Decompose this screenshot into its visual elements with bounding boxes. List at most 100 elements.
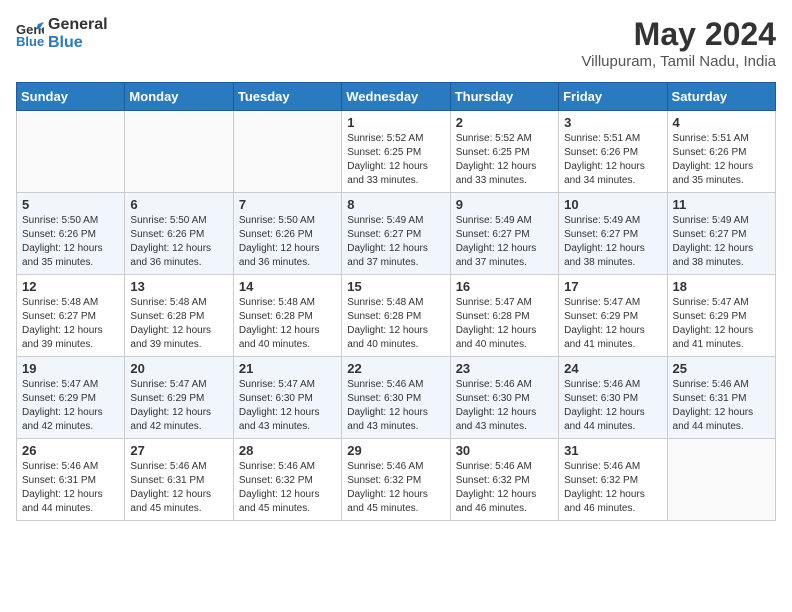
calendar-week-row: 1 Sunrise: 5:52 AM Sunset: 6:25 PM Daylig… — [17, 111, 776, 193]
day-number: 7 — [239, 197, 336, 212]
calendar-day-cell: 23 Sunrise: 5:46 AM Sunset: 6:30 PM Dayli… — [450, 357, 558, 439]
calendar-week-row: 19 Sunrise: 5:47 AM Sunset: 6:29 PM Dayli… — [17, 357, 776, 439]
day-number: 19 — [22, 361, 119, 376]
calendar-day-cell: 16 Sunrise: 5:47 AM Sunset: 6:28 PM Dayli… — [450, 275, 558, 357]
day-number: 9 — [456, 197, 553, 212]
day-number: 8 — [347, 197, 444, 212]
calendar-table: SundayMondayTuesdayWednesdayThursdayFrid… — [16, 82, 776, 521]
day-number: 10 — [564, 197, 661, 212]
day-number: 6 — [130, 197, 227, 212]
calendar-day-cell: 4 Sunrise: 5:51 AM Sunset: 6:26 PM Daylig… — [667, 111, 775, 193]
title-area: May 2024 Villupuram, Tamil Nadu, India — [581, 16, 776, 70]
calendar-header-saturday: Saturday — [667, 83, 775, 111]
day-number: 31 — [564, 443, 661, 458]
day-number: 22 — [347, 361, 444, 376]
day-info: Sunrise: 5:46 AM Sunset: 6:30 PM Dayligh… — [564, 378, 661, 434]
day-number: 4 — [673, 115, 770, 130]
calendar-day-cell: 30 Sunrise: 5:46 AM Sunset: 6:32 PM Dayli… — [450, 439, 558, 521]
calendar-day-cell: 13Sunrise: 5:48 AM Sunset: 6:28 PM Dayli… — [125, 275, 233, 357]
day-number: 15 — [347, 279, 444, 294]
day-info: Sunrise: 5:46 AM Sunset: 6:31 PM Dayligh… — [130, 460, 227, 516]
calendar-day-cell: 25Sunrise: 5:46 AM Sunset: 6:31 PM Dayli… — [667, 357, 775, 439]
calendar-header-row: SundayMondayTuesdayWednesdayThursdayFrid… — [17, 83, 776, 111]
calendar-header-friday: Friday — [559, 83, 667, 111]
day-number: 13 — [130, 279, 227, 294]
calendar-day-cell: 5 Sunrise: 5:50 AM Sunset: 6:26 PM Daylig… — [17, 193, 125, 275]
day-info: Sunrise: 5:47 AM Sunset: 6:29 PM Dayligh… — [564, 296, 661, 352]
calendar-day-cell: 12Sunrise: 5:48 AM Sunset: 6:27 PM Dayli… — [17, 275, 125, 357]
day-number: 26 — [22, 443, 119, 458]
day-info: Sunrise: 5:46 AM Sunset: 6:31 PM Dayligh… — [673, 378, 770, 434]
header: General Blue General Blue May 2024 Villu… — [16, 16, 776, 70]
calendar-day-cell: 1Sunrise: 5:52 AM Sunset: 6:25 PM Daylig… — [342, 111, 450, 193]
calendar-day-cell: 2Sunrise: 5:52 AM Sunset: 6:25 PM Daylig… — [450, 111, 558, 193]
day-info: Sunrise: 5:46 AM Sunset: 6:31 PM Dayligh… — [22, 460, 119, 516]
location: Villupuram, Tamil Nadu, India — [581, 53, 776, 70]
month-year: May 2024 — [581, 16, 776, 53]
calendar-day-cell: 31 Sunrise: 5:46 AM Sunset: 6:32 PM Dayli… — [559, 439, 667, 521]
calendar-empty-cell — [125, 111, 233, 193]
day-number: 11 — [673, 197, 770, 212]
calendar-week-row: 12Sunrise: 5:48 AM Sunset: 6:27 PM Dayli… — [17, 275, 776, 357]
calendar-day-cell: 8 Sunrise: 5:49 AM Sunset: 6:27 PM Daylig… — [342, 193, 450, 275]
day-info: Sunrise: 5:49 AM Sunset: 6:27 PM Dayligh… — [673, 214, 770, 270]
day-number: 16 — [456, 279, 553, 294]
day-number: 27 — [130, 443, 227, 458]
calendar-day-cell: 20 Sunrise: 5:47 AM Sunset: 6:29 PM Dayli… — [125, 357, 233, 439]
calendar-day-cell: 10 Sunrise: 5:49 AM Sunset: 6:27 PM Dayli… — [559, 193, 667, 275]
svg-text:Blue: Blue — [16, 34, 44, 48]
calendar-day-cell: 22 Sunrise: 5:46 AM Sunset: 6:30 PM Dayli… — [342, 357, 450, 439]
calendar-day-cell: 26 Sunrise: 5:46 AM Sunset: 6:31 PM Dayli… — [17, 439, 125, 521]
day-info: Sunrise: 5:49 AM Sunset: 6:27 PM Dayligh… — [347, 214, 444, 270]
calendar-day-cell: 24Sunrise: 5:46 AM Sunset: 6:30 PM Dayli… — [559, 357, 667, 439]
day-info: Sunrise: 5:46 AM Sunset: 6:30 PM Dayligh… — [347, 378, 444, 434]
day-info: Sunrise: 5:47 AM Sunset: 6:29 PM Dayligh… — [130, 378, 227, 434]
calendar-day-cell: 17Sunrise: 5:47 AM Sunset: 6:29 PM Dayli… — [559, 275, 667, 357]
day-info: Sunrise: 5:47 AM Sunset: 6:29 PM Dayligh… — [22, 378, 119, 434]
day-info: Sunrise: 5:51 AM Sunset: 6:26 PM Dayligh… — [673, 132, 770, 188]
day-info: Sunrise: 5:46 AM Sunset: 6:30 PM Dayligh… — [456, 378, 553, 434]
day-number: 29 — [347, 443, 444, 458]
calendar-empty-cell — [667, 439, 775, 521]
calendar-week-row: 26 Sunrise: 5:46 AM Sunset: 6:31 PM Dayli… — [17, 439, 776, 521]
calendar-day-cell: 21Sunrise: 5:47 AM Sunset: 6:30 PM Dayli… — [233, 357, 341, 439]
day-info: Sunrise: 5:48 AM Sunset: 6:28 PM Dayligh… — [347, 296, 444, 352]
day-info: Sunrise: 5:46 AM Sunset: 6:32 PM Dayligh… — [456, 460, 553, 516]
calendar-empty-cell — [17, 111, 125, 193]
day-info: Sunrise: 5:47 AM Sunset: 6:28 PM Dayligh… — [456, 296, 553, 352]
day-info: Sunrise: 5:50 AM Sunset: 6:26 PM Dayligh… — [130, 214, 227, 270]
day-info: Sunrise: 5:48 AM Sunset: 6:28 PM Dayligh… — [239, 296, 336, 352]
calendar-day-cell: 14Sunrise: 5:48 AM Sunset: 6:28 PM Dayli… — [233, 275, 341, 357]
calendar-header-sunday: Sunday — [17, 83, 125, 111]
day-number: 5 — [22, 197, 119, 212]
calendar-header-tuesday: Tuesday — [233, 83, 341, 111]
calendar-day-cell: 11 Sunrise: 5:49 AM Sunset: 6:27 PM Dayli… — [667, 193, 775, 275]
day-info: Sunrise: 5:51 AM Sunset: 6:26 PM Dayligh… — [564, 132, 661, 188]
logo-general-text: General — [48, 16, 108, 33]
day-info: Sunrise: 5:47 AM Sunset: 6:29 PM Dayligh… — [673, 296, 770, 352]
day-number: 23 — [456, 361, 553, 376]
calendar-day-cell: 9Sunrise: 5:49 AM Sunset: 6:27 PM Daylig… — [450, 193, 558, 275]
logo: General Blue General Blue — [16, 16, 108, 51]
calendar-header-monday: Monday — [125, 83, 233, 111]
day-number: 1 — [347, 115, 444, 130]
day-number: 18 — [673, 279, 770, 294]
calendar-day-cell: 3 Sunrise: 5:51 AM Sunset: 6:26 PM Daylig… — [559, 111, 667, 193]
day-number: 20 — [130, 361, 227, 376]
day-number: 3 — [564, 115, 661, 130]
calendar-day-cell: 6 Sunrise: 5:50 AM Sunset: 6:26 PM Daylig… — [125, 193, 233, 275]
calendar-week-row: 5 Sunrise: 5:50 AM Sunset: 6:26 PM Daylig… — [17, 193, 776, 275]
day-number: 28 — [239, 443, 336, 458]
day-number: 30 — [456, 443, 553, 458]
day-info: Sunrise: 5:49 AM Sunset: 6:27 PM Dayligh… — [564, 214, 661, 270]
logo-blue-text: Blue — [48, 34, 83, 51]
calendar-empty-cell — [233, 111, 341, 193]
calendar-day-cell: 27 Sunrise: 5:46 AM Sunset: 6:31 PM Dayli… — [125, 439, 233, 521]
calendar-day-cell: 19 Sunrise: 5:47 AM Sunset: 6:29 PM Dayli… — [17, 357, 125, 439]
day-info: Sunrise: 5:50 AM Sunset: 6:26 PM Dayligh… — [22, 214, 119, 270]
day-info: Sunrise: 5:52 AM Sunset: 6:25 PM Dayligh… — [456, 132, 553, 188]
calendar-header-wednesday: Wednesday — [342, 83, 450, 111]
calendar-header-thursday: Thursday — [450, 83, 558, 111]
day-info: Sunrise: 5:46 AM Sunset: 6:32 PM Dayligh… — [564, 460, 661, 516]
calendar-day-cell: 18 Sunrise: 5:47 AM Sunset: 6:29 PM Dayli… — [667, 275, 775, 357]
